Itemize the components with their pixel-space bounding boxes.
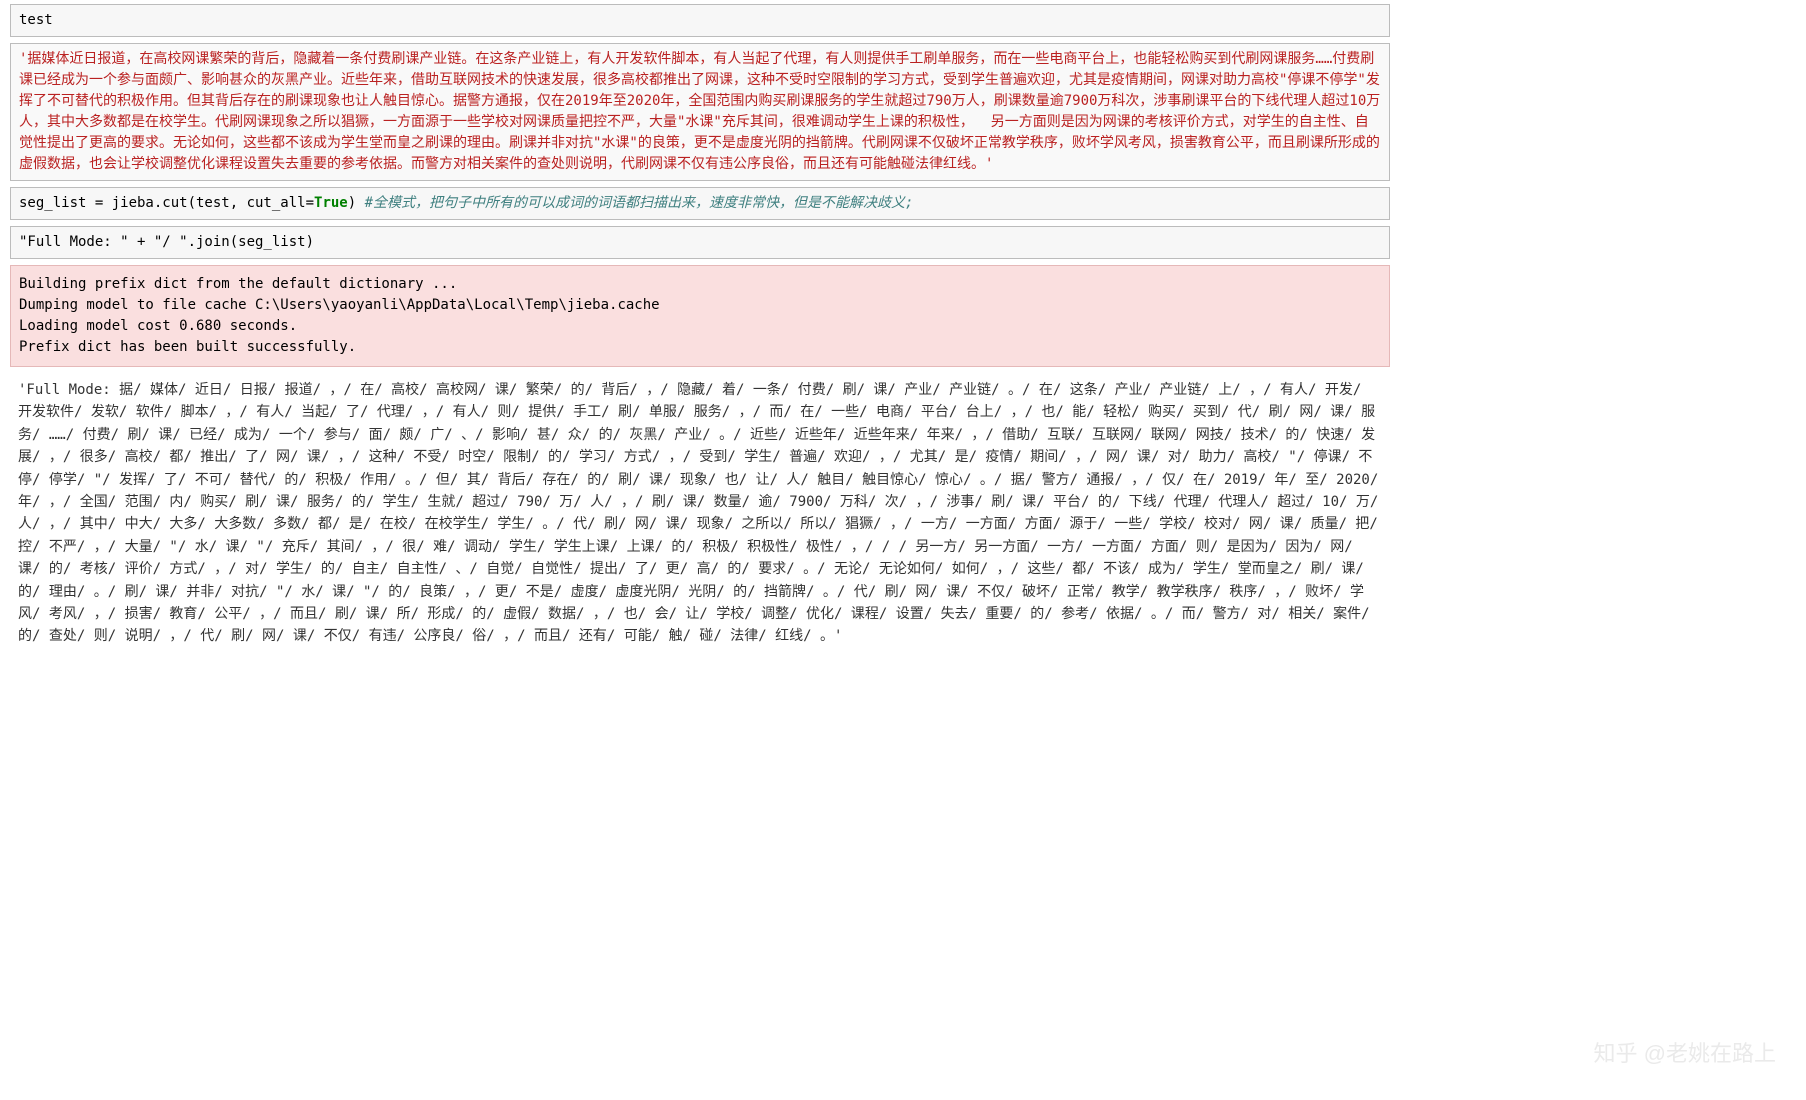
code-fragment: seg_list = jieba.cut(test, cut_all=	[19, 195, 314, 211]
code-cell-2[interactable]: seg_list = jieba.cut(test, cut_all=True)…	[10, 187, 1390, 220]
output-cell-string: '据媒体近日报道，在高校网课繁荣的背后，隐藏着一条付费刷课产业链。在这条产业链上…	[10, 43, 1390, 181]
stderr-output: Building prefix dict from the default di…	[10, 265, 1390, 367]
stdout-output: 'Full Mode: 据/ 媒体/ 近日/ 日报/ 报道/ ，/ 在/ 高校/…	[10, 373, 1390, 654]
code-fragment: )	[348, 195, 365, 211]
code-cell-3[interactable]: "Full Mode: " + "/ ".join(seg_list)	[10, 226, 1390, 259]
watermark: 知乎 @老姚在路上	[1594, 1037, 1776, 1070]
keyword-true: True	[314, 195, 348, 211]
code-comment: #全模式，把句子中所有的可以成词的词语都扫描出来，速度非常快，但是不能解决歧义;	[365, 195, 914, 211]
code-cell-1[interactable]: test	[10, 4, 1390, 37]
